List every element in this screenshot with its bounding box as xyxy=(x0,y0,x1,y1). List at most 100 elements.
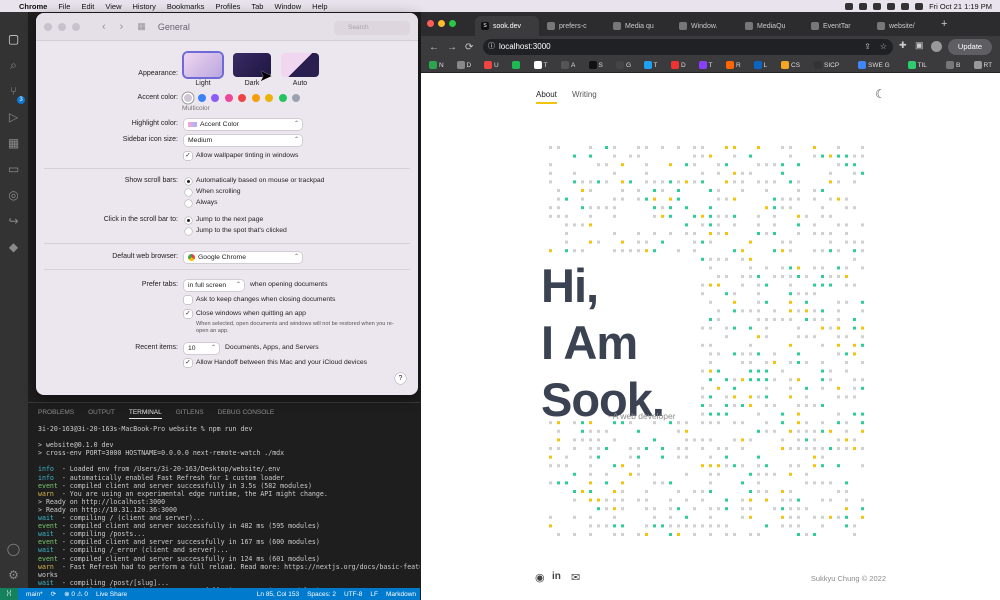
nav-writing[interactable]: Writing xyxy=(572,90,597,99)
jump-next-page-radio[interactable] xyxy=(185,217,192,224)
menu-profiles[interactable]: Profiles xyxy=(215,2,240,11)
language-mode[interactable]: Markdown xyxy=(386,591,416,598)
bookmark-star-icon[interactable]: ☆ xyxy=(880,39,887,55)
mail-icon[interactable]: ✉ xyxy=(571,571,583,584)
menu-tab[interactable]: Tab xyxy=(251,2,263,11)
control-icon[interactable] xyxy=(859,2,868,10)
ask-keep-changes-checkbox[interactable] xyxy=(184,296,192,304)
bookmark-item[interactable]: T xyxy=(698,61,712,69)
wallpaper-tinting-checkbox[interactable]: ✓ xyxy=(184,152,192,160)
appearance-auto-thumb[interactable] xyxy=(281,53,319,77)
search-icon[interactable]: ⌕ xyxy=(6,58,21,72)
indentation[interactable]: Spaces: 2 xyxy=(307,591,336,598)
menu-bookmarks[interactable]: Bookmarks xyxy=(167,2,205,11)
tab-eventtarget[interactable]: EventTar xyxy=(805,16,869,36)
bluetooth-icon[interactable] xyxy=(873,2,882,10)
problems-indicator[interactable]: ⊗ 0 ⚠ 0 xyxy=(64,590,88,598)
prefer-tabs-select[interactable]: in full screen ⌃ xyxy=(184,280,244,291)
menu-view[interactable]: View xyxy=(105,2,121,11)
tab-debug-console[interactable]: DEBUG CONSOLE xyxy=(218,409,275,419)
accent-swatch[interactable] xyxy=(265,94,273,102)
back-icon[interactable]: ‹ xyxy=(102,21,106,33)
minimize-button[interactable] xyxy=(58,22,66,31)
share-icon[interactable]: ⇪ xyxy=(864,39,871,55)
menu-edit[interactable]: Edit xyxy=(81,2,94,11)
battery-icon[interactable] xyxy=(887,2,896,10)
bookmark-item[interactable]: SICP xyxy=(814,61,839,69)
branch-indicator[interactable]: main* xyxy=(26,591,43,598)
end-of-line[interactable]: LF xyxy=(370,591,378,598)
accent-swatch[interactable] xyxy=(211,94,219,102)
live-share-status[interactable]: Live Share xyxy=(96,591,127,598)
address-bar[interactable]: ⓘ localhost:3000 ⇪ ☆ xyxy=(483,39,893,55)
default-browser-select[interactable]: Google Chrome ⌃ xyxy=(184,252,302,263)
search-field[interactable]: Search xyxy=(334,21,410,35)
tab-gitlens[interactable]: GITLENS xyxy=(176,409,204,419)
accent-swatch[interactable] xyxy=(278,94,287,102)
forward-icon[interactable]: → xyxy=(447,42,457,53)
record-icon[interactable] xyxy=(845,2,854,10)
accent-swatch[interactable] xyxy=(197,94,206,102)
sidepanel-icon[interactable]: ▣ xyxy=(915,40,924,51)
scroll-when-scrolling-radio[interactable] xyxy=(185,189,192,196)
search-icon[interactable] xyxy=(915,2,924,10)
menu-app-name[interactable]: Chrome xyxy=(19,2,47,11)
bookmark-item[interactable]: B xyxy=(946,61,960,69)
live-share-icon[interactable]: ↪ xyxy=(6,214,21,228)
bookmark-item[interactable]: SWE G xyxy=(858,61,890,69)
explorer-icon[interactable]: ▢ xyxy=(6,32,21,46)
sidebar-size-select[interactable]: Medium ⌃ xyxy=(184,135,302,146)
recent-items-stepper[interactable]: 10 ⌃ xyxy=(184,343,219,354)
jump-to-spot-radio[interactable] xyxy=(185,228,192,235)
run-debug-icon[interactable]: ▷ xyxy=(6,110,21,124)
close-windows-checkbox[interactable]: ✓ xyxy=(184,310,192,318)
menu-help[interactable]: Help xyxy=(312,2,327,11)
linkedin-icon[interactable]: in xyxy=(552,571,564,583)
bookmark-item[interactable] xyxy=(511,61,522,69)
accent-swatch[interactable] xyxy=(184,94,192,102)
bookmark-item[interactable]: T xyxy=(643,61,657,69)
accent-swatch[interactable] xyxy=(251,94,260,102)
bookmark-item[interactable]: D xyxy=(671,61,686,69)
help-button[interactable]: ? xyxy=(395,373,406,384)
forward-icon[interactable]: › xyxy=(120,21,124,33)
menu-history[interactable]: History xyxy=(133,2,156,11)
extensions-icon[interactable]: ▦ xyxy=(6,136,21,150)
tab-terminal[interactable]: TERMINAL xyxy=(128,409,162,419)
accent-swatch[interactable] xyxy=(292,94,300,102)
tab-problems[interactable]: PROBLEMS xyxy=(38,409,74,419)
accent-swatch[interactable] xyxy=(224,94,233,102)
bookmark-item[interactable]: T xyxy=(533,61,547,69)
new-tab-icon[interactable]: + xyxy=(941,18,947,30)
settings-gear-icon[interactable]: ⚙ xyxy=(6,568,21,582)
tab-website[interactable]: website/ xyxy=(871,16,935,36)
bookmark-item[interactable]: TIL xyxy=(907,61,927,69)
bookmark-item[interactable]: D xyxy=(456,61,471,69)
bookmark-item[interactable]: N xyxy=(429,61,444,69)
bookmark-item[interactable]: L xyxy=(753,61,767,69)
cursor-position[interactable]: Ln 85, Col 153 xyxy=(257,591,299,598)
minimize-button[interactable] xyxy=(438,20,445,27)
github-icon[interactable]: ◉ xyxy=(535,571,547,584)
tab-mediaquery[interactable]: MediaQu xyxy=(739,16,803,36)
tab-sook[interactable]: Ssook.dev xyxy=(475,16,539,36)
bookmark-item[interactable]: G xyxy=(616,61,631,69)
dark-mode-toggle-icon[interactable]: ☾ xyxy=(875,87,886,101)
bookmark-item[interactable]: A xyxy=(561,61,575,69)
docker-icon[interactable]: ◆ xyxy=(6,240,21,254)
terminal-output[interactable]: 3i-20-163@3i-20-163s-MacBook-Pro website… xyxy=(28,419,420,595)
profile-avatar[interactable] xyxy=(931,41,942,52)
close-button[interactable] xyxy=(44,22,52,31)
appearance-light-thumb[interactable] xyxy=(184,53,222,77)
site-info-icon[interactable]: ⓘ xyxy=(488,39,495,55)
menu-file[interactable]: File xyxy=(58,2,70,11)
handoff-checkbox[interactable]: ✓ xyxy=(184,359,192,367)
remote-explorer-icon[interactable]: ▭ xyxy=(6,162,21,176)
wifi-icon[interactable] xyxy=(901,2,910,10)
bookmark-item[interactable]: R xyxy=(726,61,741,69)
accent-swatch[interactable] xyxy=(238,94,246,102)
tab-window[interactable]: Window. xyxy=(673,16,737,36)
encoding[interactable]: UTF-8 xyxy=(344,591,362,598)
scroll-auto-radio[interactable] xyxy=(185,178,192,185)
tab-prefers[interactable]: prefers-c xyxy=(541,16,605,36)
